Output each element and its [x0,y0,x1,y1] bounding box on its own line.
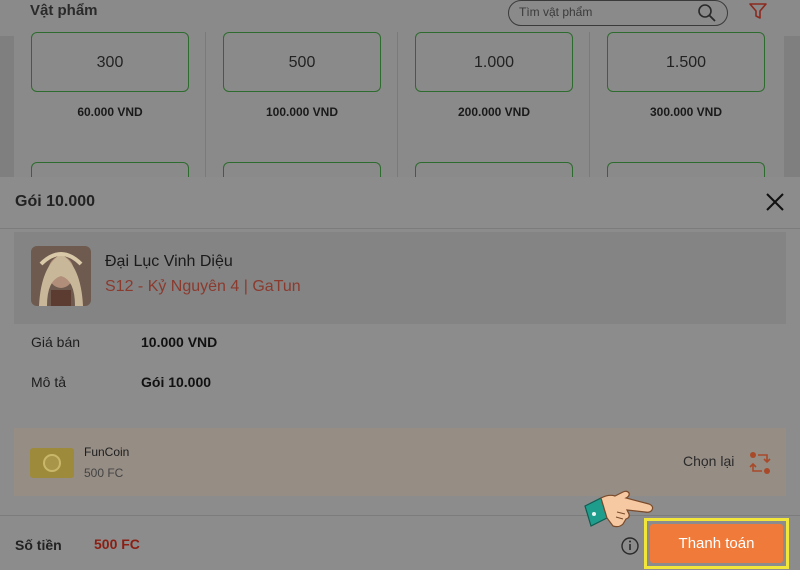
package-card[interactable]: 1.000 200.000 VND [398,32,590,182]
package-price: 60.000 VND [77,105,143,119]
package-card[interactable]: 500 100.000 VND [206,32,398,182]
detail-value: Gói 10.000 [141,374,212,390]
funcoin-icon [30,448,74,478]
package-amount: 1.000 [415,32,573,92]
payment-method-box[interactable]: FunCoin 500 FC Chọn lại [14,428,786,496]
purchase-modal: Gói 10.000 Đại Lục Vinh Diệu S12 - Kỷ Ng… [0,177,800,570]
page-header: Vật phẩm Tìm vật phẩm [0,0,800,36]
package-price: 200.000 VND [457,105,531,119]
package-amount: 300 [31,32,189,92]
filter-icon[interactable] [748,1,768,26]
payment-balance: 500 FC [84,466,124,480]
game-card: Đại Lục Vinh Diệu S12 - Kỷ Nguyên 4 | Ga… [14,232,786,324]
package-card[interactable]: 1.500 300.000 VND [590,32,782,182]
package-card[interactable]: 300 60.000 VND [14,32,206,182]
package-price: 100.000 VND [265,105,339,119]
detail-label: Mô tả [31,374,67,390]
modal-title: Gói 10.000 [15,193,96,210]
package-grid: 300 60.000 VND 500 100.000 VND 1.000 200… [14,32,784,182]
total-value: 500 FC [94,536,140,552]
package-price: 300.000 VND [649,105,723,119]
game-thumbnail [31,246,91,306]
info-icon[interactable] [620,536,640,561]
detail-value: 10.000 VND [141,334,218,350]
pointing-hand-icon [583,484,655,539]
search-input[interactable]: Tìm vật phẩm [508,0,728,26]
package-amount: 500 [223,32,381,92]
game-name: Đại Lục Vinh Diệu [105,253,233,270]
page-title: Vật phẩm [30,2,98,19]
pay-button-highlight: Thanh toán [644,518,789,569]
detail-row-description: Mô tả Gói 10.000 [31,374,211,390]
pay-button[interactable]: Thanh toán [650,524,783,563]
modal-header: Gói 10.000 [0,177,800,229]
swap-icon[interactable] [747,450,773,481]
detail-row-price: Giá bán 10.000 VND [31,334,217,350]
payment-method-name: FunCoin [84,445,130,459]
total-label: Số tiền [15,537,62,553]
search-icon[interactable] [697,3,717,28]
detail-label: Giá bán [31,334,81,350]
modal-footer: Số tiền 500 FC Thanh toán [0,515,800,570]
package-amount: 1.500 [607,32,765,92]
close-icon[interactable] [764,191,786,213]
search-placeholder: Tìm vật phẩm [519,5,593,19]
reselect-button[interactable]: Chọn lại [683,453,734,469]
game-server: S12 - Kỷ Nguyên 4 | GaTun [105,278,301,295]
